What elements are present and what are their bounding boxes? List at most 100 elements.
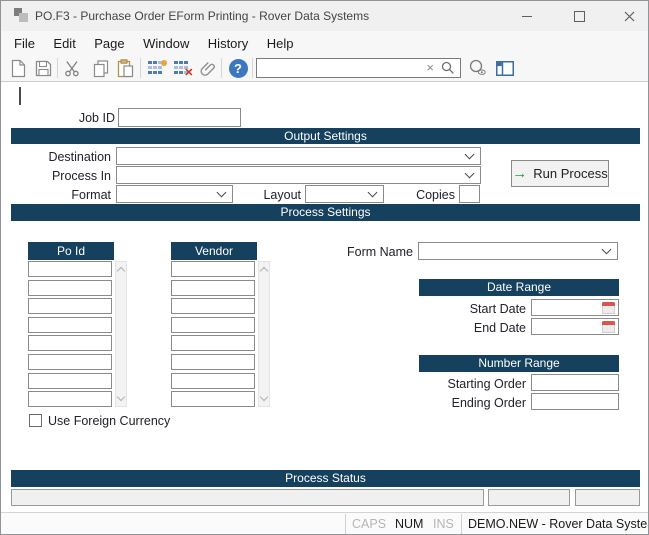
list-cell-input[interactable] — [171, 298, 255, 314]
search-preview-button[interactable] — [466, 57, 490, 80]
run-process-button[interactable]: → Run Process — [511, 160, 609, 187]
save-icon — [35, 60, 52, 77]
list-cell-input[interactable] — [171, 391, 255, 407]
use-foreign-currency-checkbox[interactable] — [29, 414, 42, 427]
job-id-input[interactable] — [118, 108, 241, 127]
ending-order-input[interactable] — [531, 393, 619, 410]
chevron-down-icon — [368, 188, 378, 198]
menu-item-page[interactable]: Page — [94, 31, 124, 56]
list-cell-input[interactable] — [28, 354, 112, 370]
list-cell-input[interactable] — [28, 298, 112, 314]
chevron-down-icon — [465, 150, 475, 160]
delete-record-button[interactable]: ✕ — [171, 57, 195, 80]
list-cell-input[interactable] — [171, 335, 255, 351]
run-arrow-icon: → — [512, 166, 527, 181]
attachment-button[interactable] — [196, 57, 220, 80]
insert-record-icon — [148, 61, 167, 77]
process-in-select[interactable] — [116, 166, 481, 184]
po-id-scrollbar[interactable] — [115, 261, 127, 407]
search-input[interactable] — [259, 60, 423, 78]
menu-item-history[interactable]: History — [208, 31, 248, 56]
list-cell-input[interactable] — [28, 391, 112, 407]
form-layout-button[interactable] — [493, 57, 517, 80]
close-icon — [624, 11, 635, 22]
chevron-down-icon — [602, 245, 612, 255]
num-indicator: NUM — [395, 517, 423, 531]
new-document-button[interactable] — [6, 57, 30, 80]
list-cell-input[interactable] — [28, 317, 112, 333]
menu-item-window[interactable]: Window — [143, 31, 189, 56]
paperclip-icon — [199, 60, 217, 78]
start-date-input[interactable] — [531, 299, 619, 316]
toolbar-separator — [140, 58, 141, 78]
scroll-down-icon[interactable] — [117, 393, 125, 401]
start-date-label: Start Date — [426, 302, 526, 316]
list-cell-input[interactable] — [28, 280, 112, 296]
form-name-select[interactable] — [418, 242, 618, 260]
save-button[interactable] — [31, 57, 55, 80]
paste-button[interactable] — [113, 57, 137, 80]
ins-indicator: INS — [433, 517, 454, 531]
process-status-field — [575, 489, 640, 506]
new-document-icon — [11, 59, 26, 78]
help-button[interactable]: ? — [226, 57, 250, 80]
cut-button[interactable] — [60, 57, 84, 80]
search-icon[interactable] — [441, 61, 455, 75]
maximize-icon — [574, 11, 585, 22]
list-cell-input[interactable] — [28, 261, 112, 277]
copy-button[interactable] — [89, 57, 113, 80]
date-range-header: Date Range — [419, 279, 619, 296]
app-window: PO.F3 - Purchase Order EForm Printing - … — [0, 0, 649, 535]
destination-label: Destination — [21, 150, 111, 164]
title-bar: PO.F3 - Purchase Order EForm Printing - … — [1, 1, 648, 31]
destination-select[interactable] — [116, 147, 481, 165]
menu-item-file[interactable]: File — [14, 31, 35, 56]
starting-order-label: Starting Order — [406, 377, 526, 391]
vendor-column-header: Vendor — [171, 242, 257, 260]
calendar-icon[interactable] — [602, 302, 615, 314]
clear-search-icon[interactable]: × — [426, 60, 434, 76]
process-in-label: Process In — [21, 169, 111, 183]
minimize-button[interactable] — [506, 1, 548, 31]
scroll-up-icon[interactable] — [117, 267, 125, 275]
starting-order-input[interactable] — [531, 374, 619, 391]
list-cell-input[interactable] — [171, 317, 255, 333]
copies-input[interactable] — [459, 185, 480, 203]
scroll-down-icon[interactable] — [260, 393, 268, 401]
menu-bar: File Edit Page Window History Help — [1, 31, 648, 56]
list-cell-input[interactable] — [171, 373, 255, 389]
menu-item-help[interactable]: Help — [267, 31, 294, 56]
resize-grip-icon[interactable] — [642, 530, 644, 532]
scroll-up-icon[interactable] — [260, 267, 268, 275]
toolbar: ✕ ? × — [1, 56, 648, 81]
form-layout-icon — [496, 61, 514, 76]
menu-item-edit[interactable]: Edit — [53, 31, 75, 56]
maximize-button[interactable] — [558, 1, 600, 31]
layout-select[interactable] — [305, 185, 384, 203]
po-id-list — [28, 261, 112, 407]
copies-label: Copies — [385, 188, 455, 202]
statusbar-separator — [345, 514, 346, 535]
insert-record-button[interactable] — [145, 57, 169, 80]
toolbar-separator — [252, 58, 253, 78]
form-name-label: Form Name — [331, 245, 413, 259]
caps-indicator: CAPS — [352, 517, 386, 531]
vendor-list — [171, 261, 255, 407]
list-cell-input[interactable] — [28, 335, 112, 351]
end-date-label: End Date — [426, 321, 526, 335]
list-cell-input[interactable] — [171, 280, 255, 296]
layout-label: Layout — [241, 188, 301, 202]
close-button[interactable] — [608, 1, 649, 31]
calendar-icon[interactable] — [602, 321, 615, 333]
list-cell-input[interactable] — [171, 261, 255, 277]
toolbar-separator — [57, 58, 58, 78]
list-cell-input[interactable] — [28, 373, 112, 389]
help-icon: ? — [229, 59, 248, 78]
format-select[interactable] — [116, 185, 233, 203]
vendor-scrollbar[interactable] — [258, 261, 270, 407]
session-label: DEMO.NEW - Rover Data Systems — [468, 517, 649, 531]
end-date-input[interactable] — [531, 318, 619, 335]
output-settings-header: Output Settings — [11, 128, 640, 144]
list-cell-input[interactable] — [171, 354, 255, 370]
chevron-down-icon — [217, 188, 227, 198]
